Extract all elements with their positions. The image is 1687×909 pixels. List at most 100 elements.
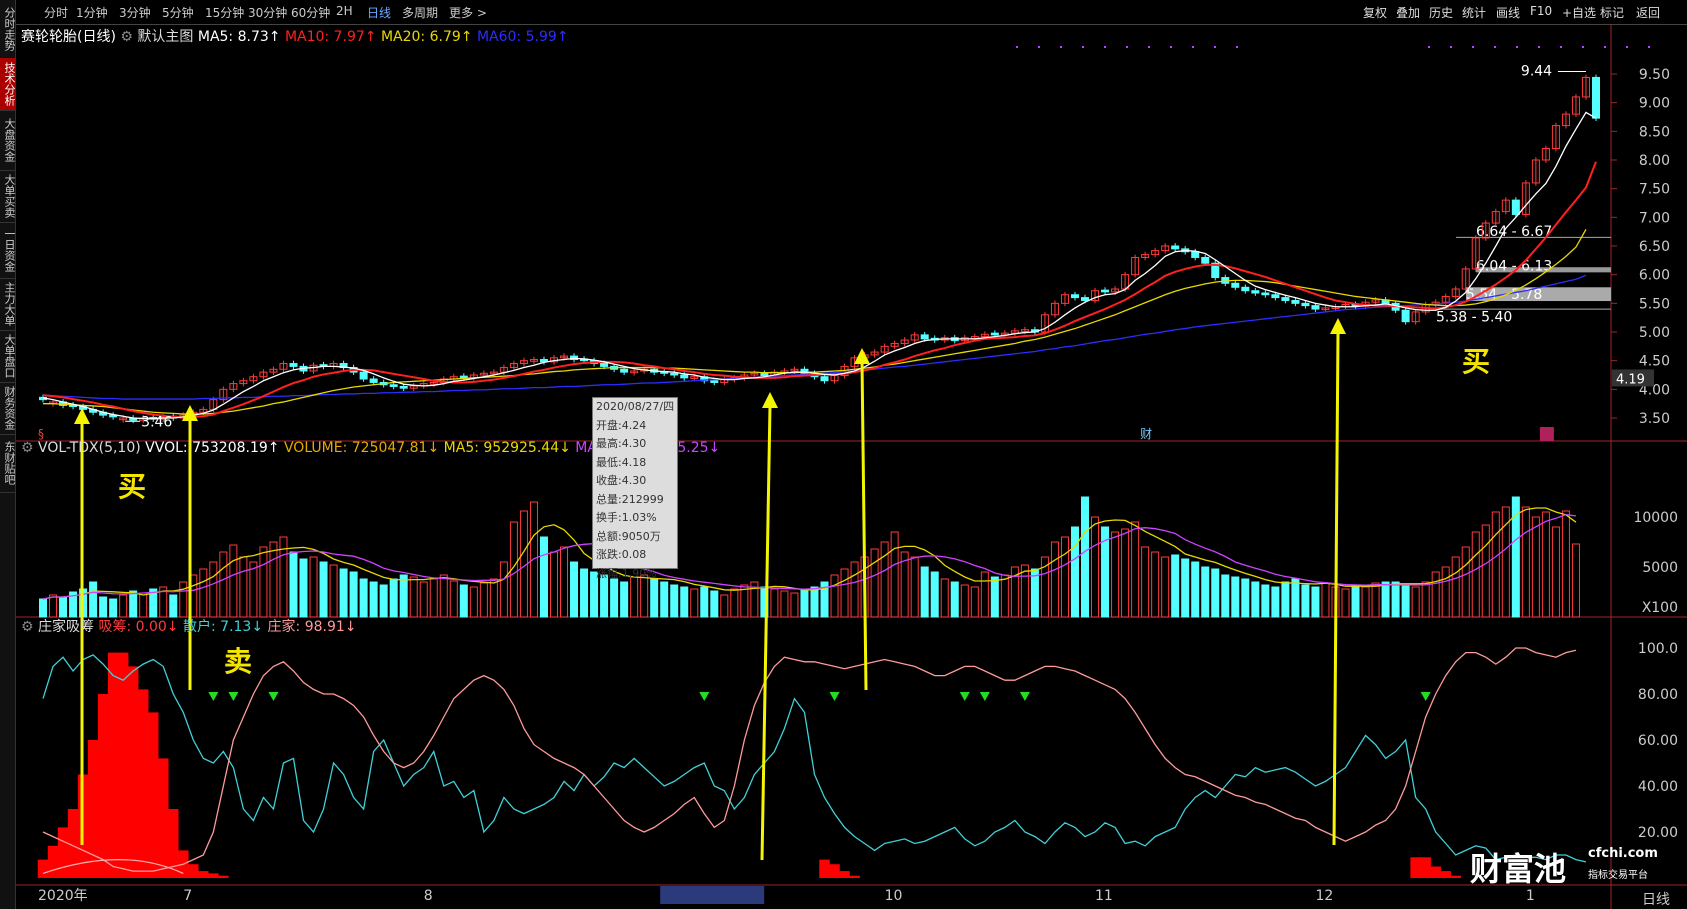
volume-bar bbox=[259, 546, 268, 618]
volume-bar bbox=[1521, 506, 1530, 618]
left-tab-3[interactable]: 大单买卖 bbox=[0, 170, 16, 223]
volume-bar bbox=[1121, 528, 1130, 618]
toolbar-btn-0[interactable]: 复权 bbox=[1363, 4, 1387, 21]
period-8[interactable]: 日线 bbox=[367, 4, 391, 21]
volume-bar bbox=[409, 576, 418, 618]
volume-bar bbox=[249, 561, 258, 618]
sanhu-label: 散户: 7.13↓ bbox=[183, 619, 264, 635]
osc-tick: 20.00 bbox=[1638, 825, 1678, 841]
volume-bar bbox=[1321, 582, 1330, 618]
volume-bar bbox=[269, 541, 278, 618]
volume-bar bbox=[359, 578, 368, 618]
annotation-arrow bbox=[860, 361, 868, 691]
left-tab-1[interactable]: 技术分析 bbox=[0, 58, 16, 111]
volume-bar bbox=[179, 581, 188, 618]
vol-indicator-name[interactable]: VOL-TDX(5,10) bbox=[38, 440, 141, 456]
candle bbox=[620, 368, 629, 373]
current-price-label: 4.19 bbox=[1616, 372, 1645, 387]
left-tab-6[interactable]: 大单盘口 bbox=[0, 330, 16, 383]
period-6[interactable]: 60分钟 bbox=[291, 4, 330, 21]
toolbar-btn-2[interactable]: 历史 bbox=[1429, 4, 1453, 21]
toolbar-btn-3[interactable]: 统计 bbox=[1462, 4, 1486, 21]
candle-tooltip: 2020/08/27/四 开盘:4.24 最高:4.30 最低:4.18 收盘:4.30… bbox=[592, 397, 678, 580]
tooltip-line-2: 最高:4.30 bbox=[596, 437, 647, 450]
volume-bar bbox=[1391, 581, 1400, 618]
price-tick: 3.50 bbox=[1639, 411, 1670, 427]
volume-bar bbox=[499, 561, 508, 618]
toolbar-btn-6[interactable]: +自选 bbox=[1562, 4, 1596, 21]
vol-ma5-label: MA5: 952925.44↓ bbox=[443, 440, 571, 456]
xichou-bar bbox=[37, 859, 49, 878]
volume-bar bbox=[1291, 578, 1300, 618]
volume-bar bbox=[630, 576, 639, 618]
left-tab-0[interactable]: 分时走势 bbox=[0, 0, 16, 59]
volume-bar bbox=[950, 581, 959, 618]
volume-bar bbox=[1201, 566, 1210, 618]
event-dot bbox=[1648, 46, 1650, 48]
candle bbox=[1311, 305, 1320, 310]
period-3[interactable]: 5分钟 bbox=[162, 4, 194, 21]
volume-bar bbox=[429, 578, 438, 618]
xichou-bar bbox=[117, 652, 129, 878]
volume-bar bbox=[299, 558, 308, 618]
toolbar-btn-8[interactable]: 返回 bbox=[1636, 4, 1660, 21]
volume-bar bbox=[560, 546, 569, 618]
volume-bar bbox=[1531, 516, 1540, 618]
settings-gear-icon[interactable]: ⚙ bbox=[21, 619, 34, 635]
volume-bar bbox=[389, 578, 398, 618]
price-header: 赛轮轮胎(日线) ⚙ 默认主图 MA5: 8.73↑ MA10: 7.97↑ M… bbox=[21, 26, 569, 46]
toolbar-btn-5[interactable]: F10 bbox=[1530, 4, 1552, 18]
candle bbox=[369, 378, 378, 383]
volume-bar bbox=[39, 598, 48, 618]
volume-bar bbox=[1221, 574, 1230, 618]
volume-bar bbox=[49, 594, 58, 618]
settings-gear-icon[interactable]: ⚙ bbox=[120, 29, 133, 45]
event-dot bbox=[1016, 46, 1018, 48]
volume-bar bbox=[59, 596, 68, 618]
volume-bar bbox=[620, 581, 629, 618]
volume-bar bbox=[1070, 526, 1079, 618]
toolbar-btn-7[interactable]: 标记 bbox=[1600, 4, 1624, 21]
event-dot bbox=[1192, 46, 1194, 48]
volume-bar bbox=[1171, 554, 1180, 618]
ma20-line bbox=[43, 229, 1587, 415]
osc-name[interactable]: 庄家吸筹 bbox=[38, 619, 94, 635]
price-tick: 6.50 bbox=[1639, 239, 1670, 255]
left-tab-8[interactable]: 东财贴吧 bbox=[0, 434, 16, 493]
sell-annotation: 卖 bbox=[224, 645, 253, 678]
xichou-bar bbox=[57, 827, 69, 878]
volume-bar bbox=[650, 578, 659, 618]
period-2[interactable]: 3分钟 bbox=[119, 4, 151, 21]
annotation-arrowhead bbox=[762, 392, 778, 408]
volume-bar bbox=[1000, 574, 1009, 618]
volume-bar bbox=[1351, 584, 1360, 618]
toolbar-btn-1[interactable]: 叠加 bbox=[1396, 4, 1420, 21]
volume-bar bbox=[339, 568, 348, 618]
toolbar-btn-4[interactable]: 画线 bbox=[1496, 4, 1520, 21]
period-9[interactable]: 多周期 bbox=[402, 4, 438, 21]
period-1[interactable]: 1分钟 bbox=[76, 4, 108, 21]
xichou-bar bbox=[97, 694, 109, 878]
event-dot bbox=[1148, 46, 1150, 48]
left-tab-7[interactable]: 财务资金 bbox=[0, 382, 16, 435]
volume-bar bbox=[1181, 558, 1190, 618]
left-tab-5[interactable]: 主力大单 bbox=[0, 278, 16, 331]
period-5[interactable]: 30分钟 bbox=[248, 4, 287, 21]
annotation-arrow bbox=[760, 405, 772, 861]
xichou-bar bbox=[47, 845, 59, 878]
volume-bar bbox=[1461, 546, 1470, 618]
candle bbox=[1261, 292, 1270, 296]
ma60-line bbox=[42, 274, 1587, 400]
event-dot bbox=[1472, 46, 1474, 48]
left-tab-4[interactable]: 一日资金 bbox=[0, 222, 16, 279]
zhuangjia-label: 庄家: 98.91↓ bbox=[267, 619, 357, 635]
main-chart-label[interactable]: 默认主图 bbox=[137, 29, 193, 45]
period-0[interactable]: 分时 bbox=[44, 4, 68, 21]
period-7[interactable]: 2H bbox=[336, 4, 353, 18]
left-tab-2[interactable]: 大盘资金 bbox=[0, 110, 16, 171]
xichou-bar bbox=[1440, 871, 1451, 878]
period-10[interactable]: 更多 > bbox=[449, 4, 487, 21]
settings-gear-icon[interactable]: ⚙ bbox=[21, 440, 34, 456]
volume-bar bbox=[379, 584, 388, 618]
period-4[interactable]: 15分钟 bbox=[205, 4, 244, 21]
